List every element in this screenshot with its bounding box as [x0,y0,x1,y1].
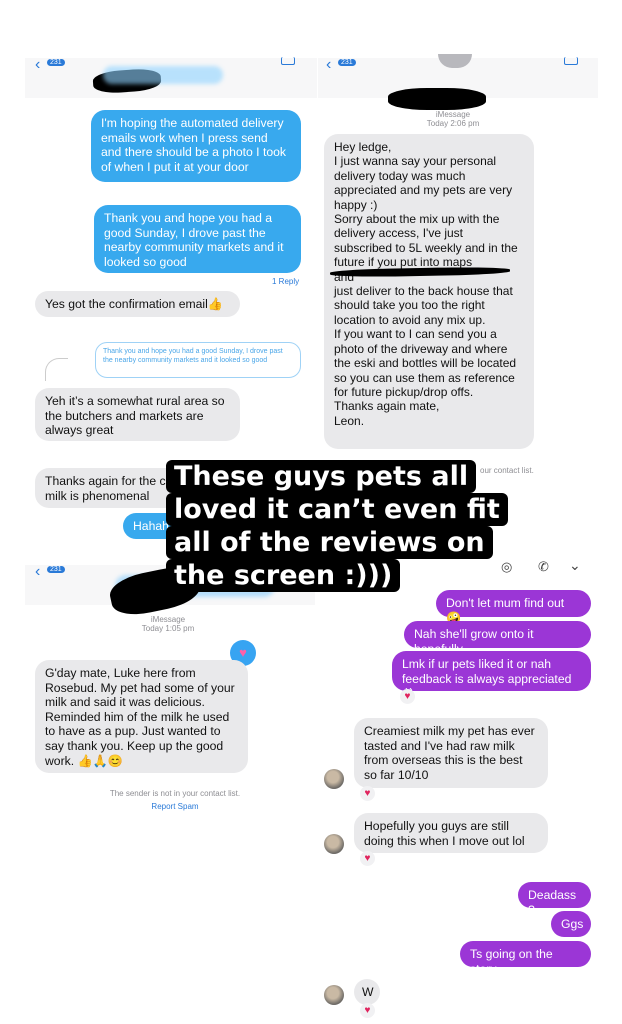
panel-c: ‹ 231 iMessage Today 1:05 pm ♥ G'day mat… [25,562,315,825]
heart-reaction-icon: ♥ [360,786,375,801]
caption-line: These guys pets all [166,460,477,493]
reply-count-link[interactable]: 1 Reply [272,277,299,286]
chevron-down-icon[interactable]: ⌄ [569,557,581,574]
avatar [324,769,344,789]
back-chevron-icon[interactable]: ‹ [35,56,40,74]
service-label: iMessage [435,110,471,119]
contact-list-note: our contact list. [480,466,534,475]
camera-icon[interactable]: ◎ [501,559,512,575]
message-bubble: Hey ledge, I just wanna say your persona… [324,134,534,449]
back-chevron-icon[interactable]: ‹ [35,563,40,581]
message-bubble: Thanks again for the c milk is phenomena… [35,468,185,508]
caption-line: loved it can’t even fit [166,493,508,526]
report-spam-link[interactable]: Report Spam [65,802,285,811]
call-icon[interactable]: ✆ [538,559,549,575]
message-bubble: Creamiest milk my pet has ever tasted an… [354,718,548,788]
message-bubble: Nah she'll grow onto it hopefully [404,621,591,656]
message-bubble: Ggs [551,911,591,937]
message-bubble: Ts going on the story [460,941,591,976]
video-call-icon[interactable] [281,57,295,65]
avatar [324,985,344,1005]
message-bubble: Don't let mum find out 🤪 [436,590,591,625]
back-badge[interactable]: 231 [47,566,65,573]
redacted-blur [103,66,223,84]
timestamp: Today 2:06 pm [426,119,480,128]
avatar [324,834,344,854]
timestamp: Today 1:05 pm [141,624,195,633]
back-badge[interactable]: 231 [47,59,65,66]
quoted-reply-bubble: Thank you and hope you had a good Sunday… [95,342,301,378]
heart-reaction-icon: ♥ [400,689,415,704]
service-label: iMessage [150,615,186,624]
back-badge[interactable]: 231 [338,59,356,66]
contact-list-note: The sender is not in your contact list. [109,789,241,798]
heart-reaction-icon: ♥ [360,851,375,866]
message-bubble: Hopefully you guys are still doing this … [354,813,548,853]
panel-d: ◎ ✆ ⌄ Don't let mum find out 🤪 Nah she'l… [318,557,603,1020]
caption-line: all of the reviews on [166,526,493,559]
back-chevron-icon[interactable]: ‹ [326,56,331,74]
video-call-icon[interactable] [564,57,578,65]
message-bubble: I'm hoping the automated delivery emails… [91,110,301,182]
message-bubble: G'day mate, Luke here from Rosebud. My p… [35,660,248,773]
redacted-name [388,88,486,110]
thread-line [45,358,68,381]
message-bubble: Lmk if ur pets liked it or nah feedback … [392,651,591,700]
message-bubble: Deadass ? [518,882,591,917]
message-bubble: W [354,979,380,1005]
panel-b: ‹ 231 iMessage Today 2:06 pm Hey ledge, … [318,54,598,498]
caption-line: the screen :))) [166,559,401,592]
heart-reaction-icon: ♥ [360,1003,375,1018]
message-bubble: Yeh it’s a somewhat rural area so the bu… [35,388,240,441]
message-bubble: Thank you and hope you had a good Sunday… [94,205,301,273]
message-bubble: Yes got the confirmation email👍 [35,291,240,317]
